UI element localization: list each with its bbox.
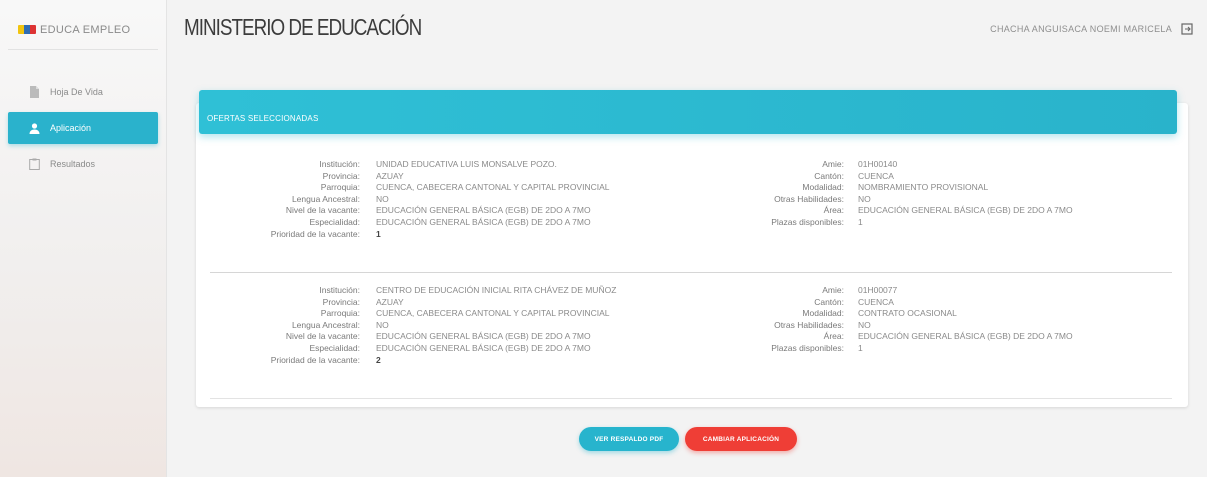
- brand-name: EDUCA EMPLEO: [40, 23, 131, 36]
- view-pdf-button[interactable]: VER RESPALDO PDF: [579, 427, 679, 451]
- card-title: OFERTAS SELECCIONADAS: [199, 90, 1177, 134]
- label-especialidad: Especialidad:: [309, 342, 360, 353]
- label-otras: Otras Habilidades:: [774, 193, 844, 204]
- label-canton: Cantón:: [814, 170, 844, 181]
- label-institucion: Institución:: [319, 285, 360, 295]
- offers-card: OFERTAS SELECCIONADAS Institución: Provi…: [196, 90, 1188, 407]
- sidebar-item-label: Aplicación: [50, 123, 92, 133]
- value-area: EDUCACIÓN GENERAL BÁSICA (EGB) DE 2DO A …: [858, 331, 1073, 342]
- value-area: EDUCACIÓN GENERAL BÁSICA (EGB) DE 2DO A …: [858, 205, 1073, 216]
- label-parroquia: Parroquia:: [320, 308, 360, 319]
- sidebar-item-resultados[interactable]: Resultados: [8, 148, 158, 180]
- brand[interactable]: EDUCA EMPLEO: [8, 10, 158, 50]
- value-modalidad: CONTRATO OCASIONAL: [858, 308, 957, 319]
- offer-item: Institución: Provincia: Parroquia: Lengu…: [210, 153, 1172, 273]
- value-prioridad: 1: [376, 228, 381, 239]
- value-institucion: UNIDAD EDUCATIVA LUIS MONSALVE POZO.: [376, 159, 557, 169]
- label-area: Área:: [823, 205, 844, 216]
- top-bar: MINISTERIO DE EDUCACIÓN CHACHA ANGUISACA…: [167, 0, 1207, 48]
- value-lengua: NO: [376, 193, 389, 204]
- label-plazas: Plazas disponibles:: [771, 342, 844, 353]
- value-modalidad: NOMBRAMIENTO PROVISIONAL: [858, 182, 989, 193]
- value-provincia: AZUAY: [376, 296, 404, 307]
- label-amie: Amie:: [822, 285, 844, 295]
- sidebar-item-aplicacion[interactable]: Aplicación: [8, 112, 158, 144]
- label-provincia: Provincia:: [322, 296, 360, 307]
- value-canton: CUENCA: [858, 296, 894, 307]
- value-especialidad: EDUCACIÓN GENERAL BÁSICA (EGB) DE 2DO A …: [376, 342, 591, 353]
- value-nivel: EDUCACIÓN GENERAL BÁSICA (EGB) DE 2DO A …: [376, 205, 591, 216]
- label-nivel: Nivel de la vacante:: [285, 331, 360, 342]
- label-provincia: Provincia:: [322, 170, 360, 181]
- label-prioridad: Prioridad de la vacante:: [270, 354, 360, 365]
- label-modalidad: Modalidad:: [802, 182, 844, 193]
- value-otras: NO: [858, 319, 871, 330]
- page-title: MINISTERIO DE EDUCACIÓN: [184, 14, 422, 40]
- label-nivel: Nivel de la vacante:: [285, 205, 360, 216]
- label-especialidad: Especialidad:: [309, 216, 360, 227]
- ministry-logo-icon: [18, 25, 36, 34]
- label-prioridad: Prioridad de la vacante:: [270, 228, 360, 239]
- label-plazas: Plazas disponibles:: [771, 216, 844, 227]
- value-parroquia: CUENCA, CABECERA CANTONAL Y CAPITAL PROV…: [376, 182, 610, 193]
- sidebar-item-label: Hoja De Vida: [50, 87, 103, 97]
- action-buttons: VER RESPALDO PDF CAMBIAR APLICACIÓN: [579, 427, 797, 451]
- value-nivel: EDUCACIÓN GENERAL BÁSICA (EGB) DE 2DO A …: [376, 331, 591, 342]
- document-icon: [28, 86, 40, 98]
- label-amie: Amie:: [822, 159, 844, 169]
- change-application-button[interactable]: CAMBIAR APLICACIÓN: [685, 427, 797, 451]
- value-plazas: 1: [858, 342, 863, 353]
- value-lengua: NO: [376, 319, 389, 330]
- sidebar-item-label: Resultados: [50, 159, 96, 169]
- user-icon: [28, 122, 40, 134]
- value-plazas: 1: [858, 216, 863, 227]
- label-canton: Cantón:: [814, 296, 844, 307]
- value-canton: CUENCA: [858, 170, 894, 181]
- value-otras: NO: [858, 193, 871, 204]
- label-parroquia: Parroquia:: [320, 182, 360, 193]
- label-institucion: Institución:: [319, 159, 360, 169]
- clipboard-icon: [28, 158, 40, 170]
- sidebar: EDUCA EMPLEO Hoja De Vida Aplicación Res…: [0, 0, 167, 477]
- label-area: Área:: [823, 331, 844, 342]
- label-otras: Otras Habilidades:: [774, 319, 844, 330]
- sidebar-nav: Hoja De Vida Aplicación Resultados: [8, 76, 158, 184]
- value-parroquia: CUENCA, CABECERA CANTONAL Y CAPITAL PROV…: [376, 308, 610, 319]
- label-lengua: Lengua Ancestral:: [291, 193, 360, 204]
- user-name[interactable]: CHACHA ANGUISACA NOEMI MARICELA: [990, 24, 1172, 34]
- label-modalidad: Modalidad:: [802, 308, 844, 319]
- value-prioridad: 2: [376, 354, 381, 365]
- value-amie: 01H00140: [858, 159, 898, 169]
- value-amie: 01H00077: [858, 285, 898, 295]
- value-institucion: CENTRO DE EDUCACIÓN INICIAL RITA CHÁVEZ …: [376, 285, 617, 295]
- value-especialidad: EDUCACIÓN GENERAL BÁSICA (EGB) DE 2DO A …: [376, 216, 591, 227]
- label-lengua: Lengua Ancestral:: [291, 319, 360, 330]
- value-provincia: AZUAY: [376, 170, 404, 181]
- sidebar-item-hoja-de-vida[interactable]: Hoja De Vida: [8, 76, 158, 108]
- logout-icon[interactable]: [1181, 22, 1193, 35]
- offer-item: Institución: Provincia: Parroquia: Lengu…: [210, 279, 1172, 399]
